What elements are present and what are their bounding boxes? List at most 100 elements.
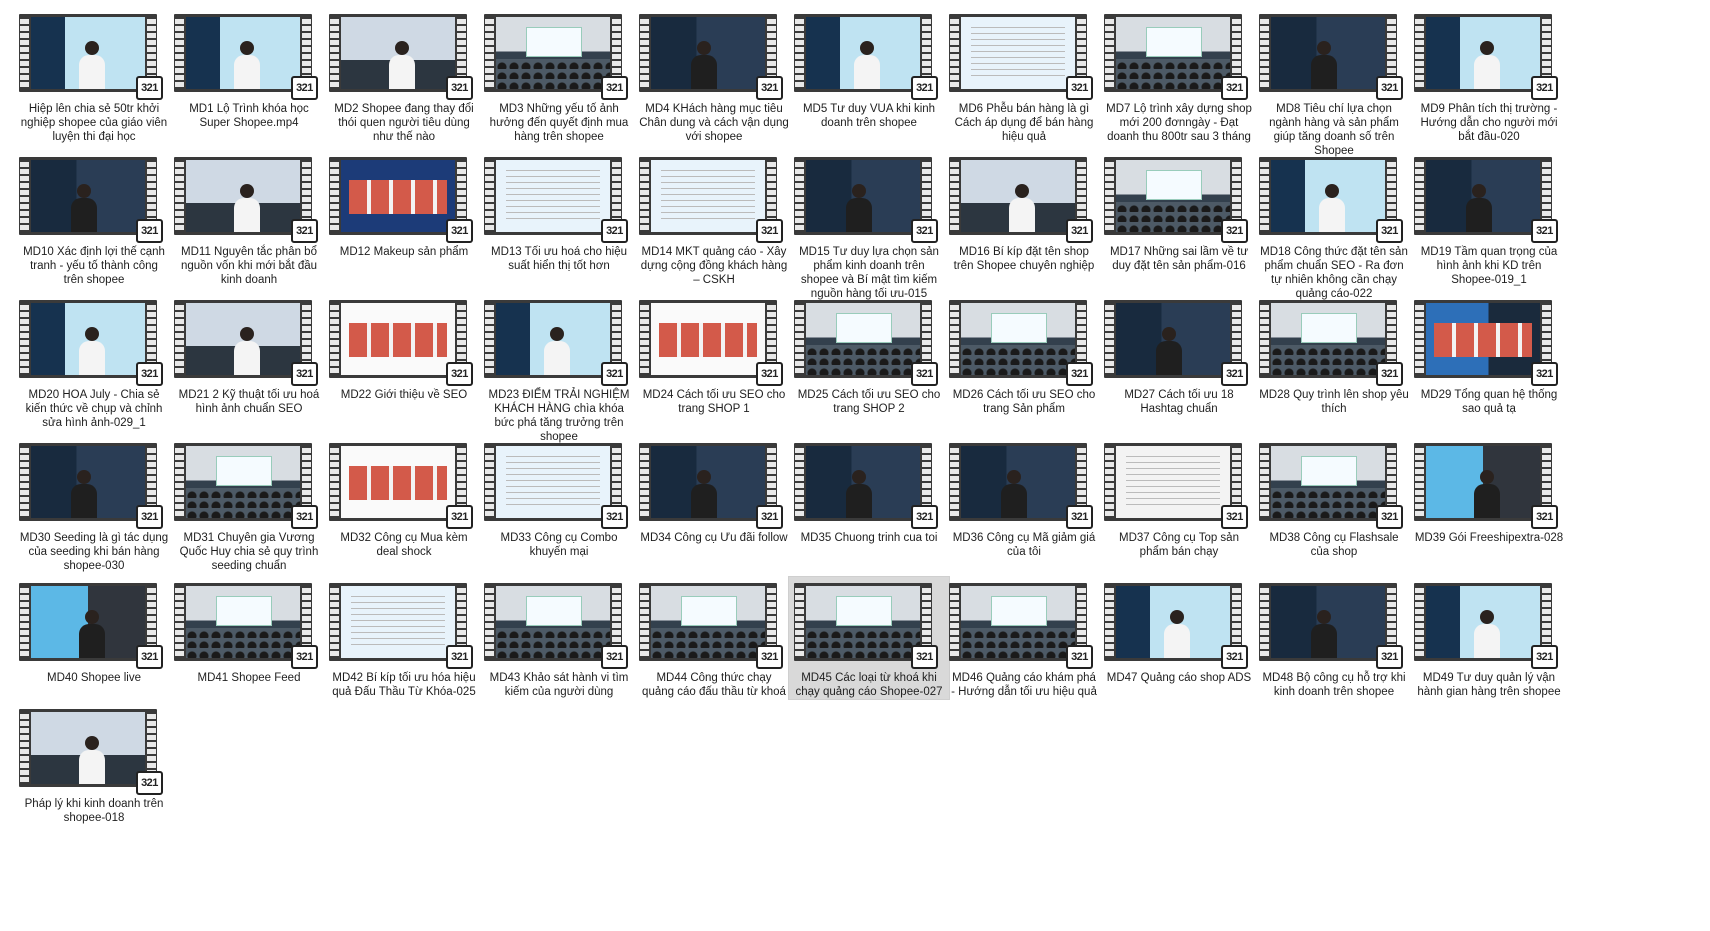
media-player-badge-icon: 321 (601, 219, 628, 243)
video-thumbnail: 321 (794, 300, 944, 386)
video-thumbnail: 321 (1414, 443, 1564, 529)
video-file-item[interactable]: 321 MD25 Cách tối ưu SEO cho trang SHOP 2 (789, 294, 949, 416)
video-thumbnail-frame (1271, 303, 1385, 375)
video-file-item[interactable]: 321 MD33 Công cụ Combo khuyến mại (479, 437, 639, 559)
video-file-item[interactable]: 321 MD29 Tổng quan hệ thống sao quả tạ (1409, 294, 1569, 416)
video-file-item[interactable]: 321 Hiệp lên chia sẻ 50tr khởi nghiệp sho… (14, 8, 174, 144)
video-file-item[interactable]: 321 MD6 Phễu bán hàng là gì Cách áp dụng … (944, 8, 1104, 144)
video-file-item[interactable]: 321 MD41 Shopee Feed (169, 577, 329, 685)
video-file-item[interactable]: 321 MD28 Quy trình lên shop yêu thích (1254, 294, 1414, 416)
video-file-item[interactable]: 321 MD15 Tư duy lựa chọn sản phẩm kinh do… (789, 151, 949, 301)
video-file-name: MD20 HOA July - Chia sẻ kiến thức về chụ… (25, 389, 163, 429)
video-thumbnail-frame (31, 17, 145, 89)
video-file-item[interactable]: 321 MD30 Seeding là gì tác dụng của seedi… (14, 437, 174, 573)
video-file-item[interactable]: 321 MD27 Cách tối ưu 18 Hashtag chuẩn (1099, 294, 1259, 416)
video-file-name: MD27 Cách tối ưu 18 Hashtag chuẩn (1124, 389, 1234, 415)
video-file-item[interactable]: 321 MD26 Cách tối ưu SEO cho trang Sản ph… (944, 294, 1104, 416)
video-file-item[interactable]: 321 MD20 HOA July - Chia sẻ kiến thức về … (14, 294, 174, 430)
video-thumbnail: 321 (329, 300, 479, 386)
video-thumbnail-frame (341, 17, 455, 89)
video-thumbnail: 321 (949, 443, 1099, 529)
video-file-name: MD45 Các loại từ khoá khi chạy quảng cáo… (795, 672, 943, 698)
video-file-name: MD26 Cách tối ưu SEO cho trang Sản phẩm (952, 389, 1096, 415)
media-player-badge-icon: 321 (911, 362, 938, 386)
video-file-name: MD4 KHách hàng mục tiêu Chân dung và các… (639, 103, 789, 143)
video-file-item[interactable]: 321 MD3 Những yếu tố ảnh hưởng đến quyết … (479, 8, 639, 144)
video-file-item[interactable]: 321 MD12 Makeup sản phẩm (324, 151, 484, 259)
video-thumbnail-frame (1271, 160, 1385, 232)
media-player-badge-icon: 321 (1376, 645, 1403, 669)
media-player-badge-icon: 321 (756, 645, 783, 669)
video-file-name: MD48 Bộ công cụ hỗ trợ khi kinh doanh tr… (1262, 672, 1406, 698)
video-file-item[interactable]: 321 MD45 Các loại từ khoá khi chạy quảng … (788, 576, 950, 700)
video-file-item[interactable]: 321 MD17 Những sai lầm về tư duy đặt tên … (1099, 151, 1259, 273)
media-player-badge-icon: 321 (136, 76, 163, 100)
video-thumbnail: 321 (174, 157, 324, 243)
media-player-badge-icon: 321 (136, 645, 163, 669)
video-file-name: MD49 Tư duy quản lý vận hành gian hàng t… (1417, 672, 1561, 698)
video-file-item[interactable]: 321 MD36 Công cụ Mã giảm giá của tôi (944, 437, 1104, 559)
video-file-item[interactable]: 321 MD19 Tầm quan trọng của hình ảnh khi … (1409, 151, 1569, 287)
video-file-item[interactable]: 321 MD1 Lộ Trình khóa học Super Shopee.mp… (169, 8, 329, 130)
video-file-item[interactable]: 321 MD16 Bí kíp đặt tên shop trên Shopee … (944, 151, 1104, 273)
video-thumbnail-frame (1426, 586, 1540, 658)
video-file-item[interactable]: 321 MD34 Công cụ Ưu đãi follow (634, 437, 794, 545)
video-file-item[interactable]: 321 MD37 Công cụ Top sản phẩm bán chạy (1099, 437, 1259, 559)
video-file-name: Hiệp lên chia sẻ 50tr khởi nghiệp shopee… (20, 103, 168, 143)
video-thumbnail: 321 (639, 14, 789, 100)
video-file-item[interactable]: 321 MD32 Công cụ Mua kèm deal shock (324, 437, 484, 559)
media-player-badge-icon: 321 (1221, 219, 1248, 243)
media-player-badge-icon: 321 (601, 645, 628, 669)
video-file-item[interactable]: 321 MD39 Gói Freeshipextra-028 (1409, 437, 1569, 545)
video-thumbnail: 321 (794, 583, 944, 669)
video-thumbnail: 321 (484, 443, 634, 529)
video-thumbnail-frame (186, 586, 300, 658)
video-thumbnail-frame (1426, 446, 1540, 518)
video-file-name: MD9 Phân tích thị trường - Hướng dẫn cho… (1420, 103, 1558, 143)
video-file-name: MD3 Những yếu tố ảnh hưởng đến quyết địn… (489, 103, 629, 143)
video-thumbnail: 321 (1414, 157, 1564, 243)
video-file-item[interactable]: 321 MD9 Phân tích thị trường - Hướng dẫn … (1409, 8, 1569, 144)
video-file-item[interactable]: 321 MD11 Nguyên tắc phân bổ nguồn vốn khi… (169, 151, 329, 287)
video-file-item[interactable]: 321 MD43 Khảo sát hành vi tìm kiếm của ng… (479, 577, 639, 699)
video-thumbnail-frame (806, 586, 920, 658)
video-file-item[interactable]: 321 MD35 Chuong trinh cua toi (789, 437, 949, 545)
video-thumbnail: 321 (1259, 443, 1409, 529)
video-file-item[interactable]: 321 MD5 Tư duy VUA khi kinh doanh trên sh… (789, 8, 949, 130)
video-file-item[interactable]: 321 MD22 Giới thiệu về SEO (324, 294, 484, 402)
video-thumbnail-frame (1116, 303, 1230, 375)
media-player-badge-icon: 321 (446, 76, 473, 100)
video-file-item[interactable]: 321 MD7 Lộ trình xây dựng shop mới 200 đơ… (1099, 8, 1259, 144)
video-thumbnail: 321 (949, 14, 1099, 100)
video-file-item[interactable]: 321 Pháp lý khi kinh doanh trên shopee-01… (14, 703, 174, 825)
video-file-item[interactable]: 321 MD10 Xác định lợi thế cạnh tranh - yế… (14, 151, 174, 287)
video-thumbnail: 321 (484, 300, 634, 386)
video-file-item[interactable]: 321 MD8 Tiêu chí lựa chọn ngành hàng và s… (1254, 8, 1414, 158)
media-player-badge-icon: 321 (1376, 505, 1403, 529)
video-thumbnail-frame (496, 446, 610, 518)
video-file-item[interactable]: 321 MD21 2 Kỹ thuật tối ưu hoá hình ảnh c… (169, 294, 329, 416)
video-file-item[interactable]: 321 MD44 Công thức chạy quảng cáo đấu thầ… (634, 577, 794, 699)
video-file-item[interactable]: 321 MD4 KHách hàng mục tiêu Chân dung và … (634, 8, 794, 144)
video-file-item[interactable]: 321 MD14 MKT quảng cáo - Xây dựng cộng đồ… (634, 151, 794, 287)
video-file-item[interactable]: 321 MD31 Chuyên gia Vương Quốc Huy chia s… (169, 437, 329, 573)
video-file-item[interactable]: 321 MD24 Cách tối ưu SEO cho trang SHOP 1 (634, 294, 794, 416)
video-file-item[interactable]: 321 MD46 Quảng cáo khám phá - Hướng dẫn t… (944, 577, 1104, 699)
video-file-item[interactable]: 321 MD48 Bộ công cụ hỗ trợ khi kinh doanh… (1254, 577, 1414, 699)
video-file-item[interactable]: 321 MD2 Shopee đang thay đổi thói quen ng… (324, 8, 484, 144)
video-file-item[interactable]: 321 MD23 ĐIỂM TRẢI NGHIỆM KHÁCH HÀNG chìa… (479, 294, 639, 444)
video-file-name: MD38 Công cụ Flashsale của shop (1269, 532, 1399, 558)
video-file-item[interactable]: 321 MD13 Tối ưu hoá cho hiệu suất hiển th… (479, 151, 639, 273)
video-thumbnail-frame (806, 160, 920, 232)
video-file-name: MD23 ĐIỂM TRẢI NGHIỆM KHÁCH HÀNG chìa kh… (488, 389, 630, 443)
media-player-badge-icon: 321 (1066, 505, 1093, 529)
video-file-item[interactable]: 321 MD18 Công thức đặt tên sản phẩm chuẩn… (1254, 151, 1414, 301)
video-file-item[interactable]: 321 MD47 Quảng cáo shop ADS (1099, 577, 1259, 685)
video-file-name: MD42 Bí kíp tối ưu hóa hiệu quả Đấu Thầu… (332, 672, 476, 698)
video-file-item[interactable]: 321 MD49 Tư duy quản lý vận hành gian hàn… (1409, 577, 1569, 699)
video-thumbnail: 321 (19, 14, 169, 100)
video-file-item[interactable]: 321 MD40 Shopee live (14, 577, 174, 685)
video-file-item[interactable]: 321 MD38 Công cụ Flashsale của shop (1254, 437, 1414, 559)
video-thumbnail: 321 (639, 443, 789, 529)
video-file-item[interactable]: 321 MD42 Bí kíp tối ưu hóa hiệu quả Đấu T… (324, 577, 484, 699)
